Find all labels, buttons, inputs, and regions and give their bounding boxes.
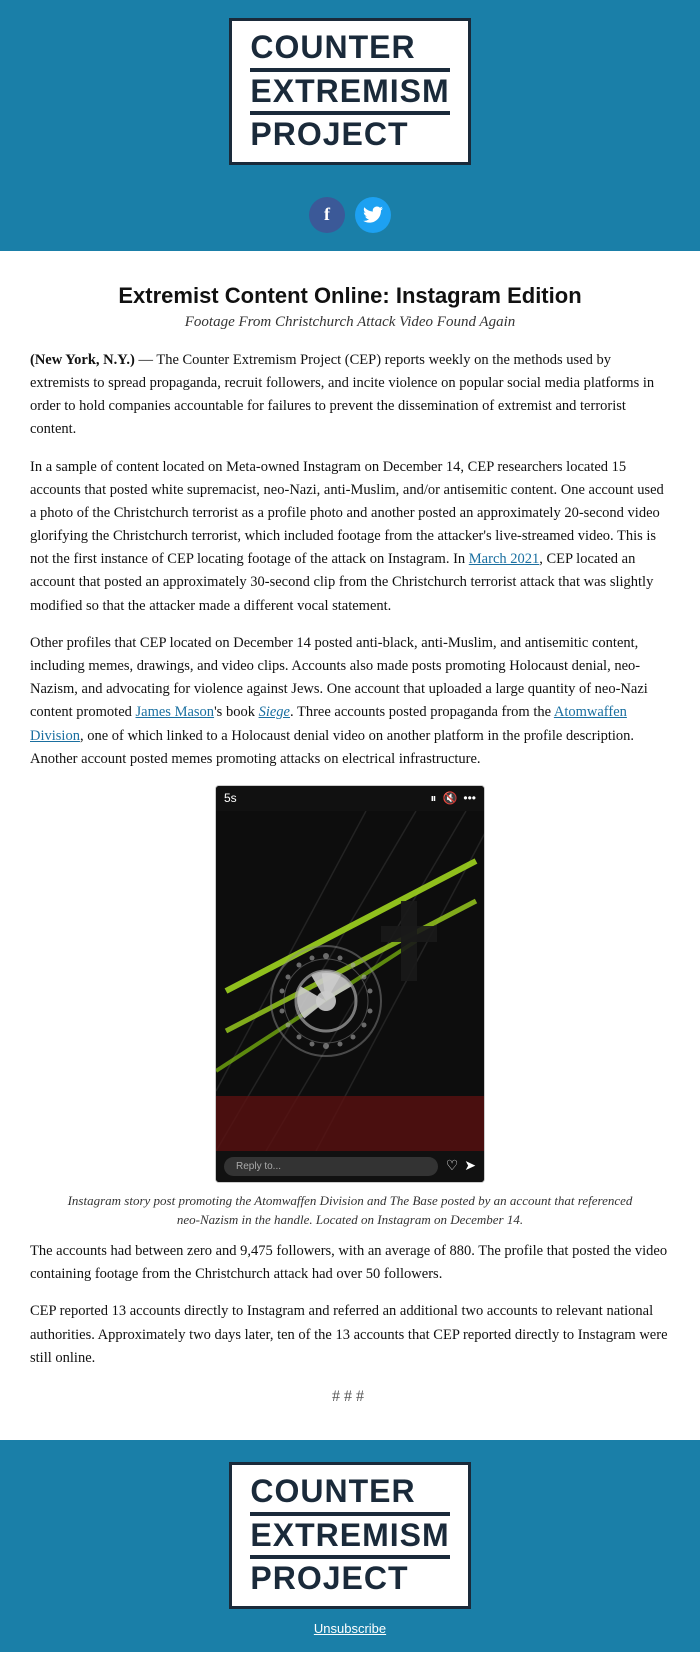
byline-city: (New York, N.Y.) [30,352,135,368]
paragraph-2: In a sample of content located on Meta-o… [30,456,670,618]
footer-logo: COUNTER EXTREMISM PROJECT [229,1462,470,1609]
article-title: Extremist Content Online: Instagram Edit… [30,283,670,309]
footer-logo-divider1 [250,1512,449,1516]
logo: COUNTER EXTREMISM PROJECT [229,18,470,165]
james-mason-link[interactable]: James Mason [136,704,215,720]
paragraph-4: The accounts had between zero and 9,475 … [30,1240,670,1286]
page-header: COUNTER EXTREMISM PROJECT [0,0,700,183]
para3-part2: 's book [214,704,259,720]
instagram-screenshot: 5s ⏸ 🔇 ••• [215,785,485,1183]
footer-logo-divider2 [250,1555,449,1559]
para3-part3: . Three accounts posted propaganda from … [290,704,554,720]
footer-logo-line3: PROJECT [250,1562,449,1596]
facebook-icon[interactable]: f [309,197,345,233]
footer-logo-line1: COUNTER [250,1475,449,1509]
insta-top-bar: 5s ⏸ 🔇 ••• [216,786,484,811]
unsubscribe-link[interactable]: Unsubscribe [314,1621,386,1636]
paragraph-intro: (New York, N.Y.) — The Counter Extremism… [30,349,670,442]
logo-line1: COUNTER [250,31,449,65]
story-timer: 5s [224,791,237,805]
reply-placeholder: Reply to... [236,1161,281,1172]
twitter-icon[interactable] [355,197,391,233]
page-footer: COUNTER EXTREMISM PROJECT Unsubscribe [0,1440,700,1652]
heart-icon: ♡ [446,1158,459,1175]
reaction-icons: ♡ ➤ [446,1158,476,1175]
more-icon: ••• [463,791,476,805]
image-caption: Instagram story post promoting the Atomw… [60,1191,640,1230]
paragraph-3: Other profiles that CEP located on Decem… [30,632,670,771]
twitter-bird-icon [363,206,383,223]
insta-bottom-bar: Reply to... ♡ ➤ [216,1151,484,1182]
pause-icon: ⏸ [430,791,436,806]
send-icon: ➤ [464,1158,476,1175]
social-bar: f [0,183,700,251]
image-section: 5s ⏸ 🔇 ••• [30,785,670,1230]
spacer [0,251,700,273]
insta-image-svg [216,811,485,1151]
para3-part4: , one of which linked to a Holocaust den… [30,728,634,767]
article-subtitle: Footage From Christchurch Attack Video F… [30,314,670,331]
logo-line3: PROJECT [250,118,449,152]
logo-divider1 [250,68,449,72]
footer-logo-line2: EXTREMISM [250,1519,449,1553]
logo-divider2 [250,111,449,115]
siege-link[interactable]: Siege [259,704,290,720]
facebook-label: f [324,204,330,225]
logo-line2: EXTREMISM [250,75,449,109]
separator: ### [30,1388,670,1406]
volume-icon: 🔇 [442,791,457,805]
insta-icons: ⏸ 🔇 ••• [430,791,476,806]
article-body: Extremist Content Online: Instagram Edit… [0,273,700,1440]
paragraph-5: CEP reported 13 accounts directly to Ins… [30,1300,670,1370]
insta-image-area [216,811,485,1151]
march-2021-link[interactable]: March 2021 [469,551,539,567]
reply-box[interactable]: Reply to... [224,1157,438,1176]
